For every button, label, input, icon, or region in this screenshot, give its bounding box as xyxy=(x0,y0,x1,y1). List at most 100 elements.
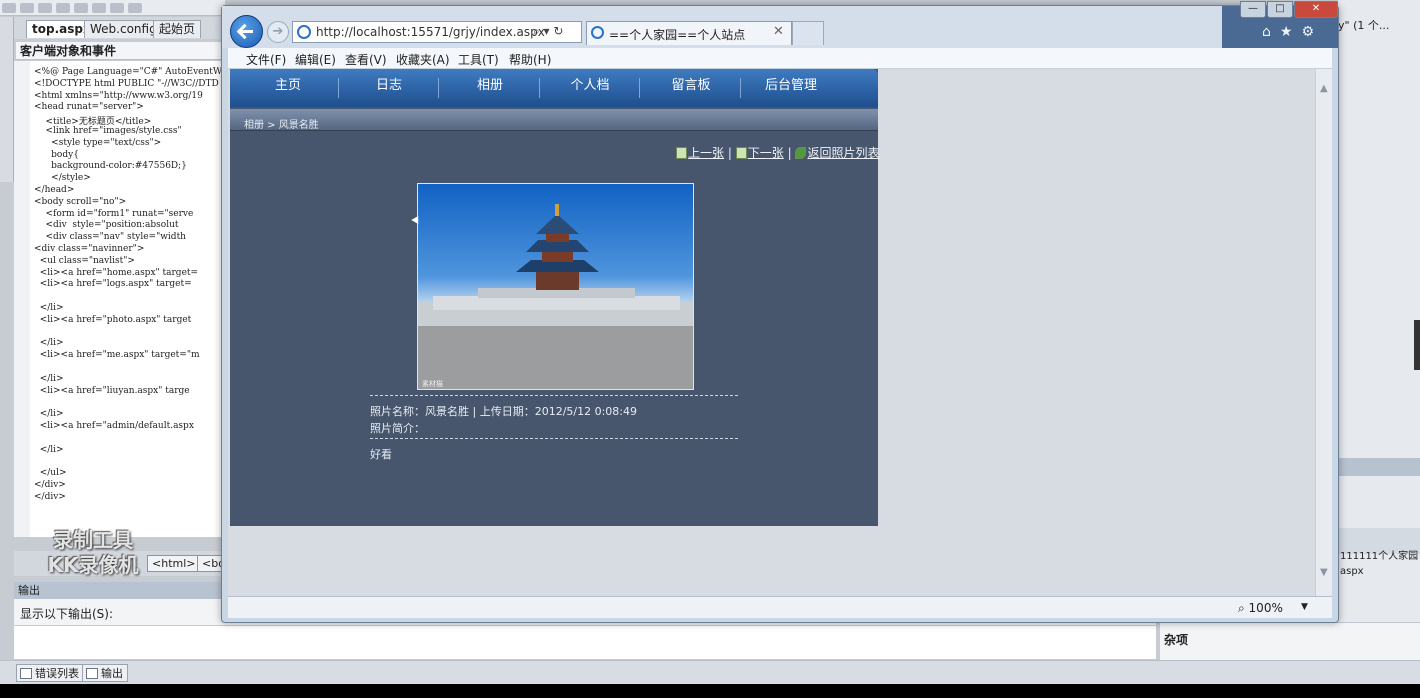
nav-admin[interactable]: 后台管理 xyxy=(741,69,841,103)
site-container: 主页 日志 相册 个人档 留言板 后台管理 相册 > 风景名胜 上一张 | 下一… xyxy=(230,69,879,526)
code-line: <div class="navinner"> xyxy=(34,244,145,254)
output-tab-label: 输出 xyxy=(101,667,123,680)
nav-logs[interactable]: 日志 xyxy=(339,69,439,103)
nav-photos[interactable]: 相册 xyxy=(440,69,540,103)
ie-page-icon xyxy=(297,25,311,39)
nav-home[interactable]: 主页 xyxy=(238,69,338,103)
next-icon xyxy=(735,147,747,159)
back-to-list-link[interactable]: 返回照片列表 xyxy=(807,146,879,160)
prev-photo-link[interactable]: 上一张 xyxy=(688,146,724,160)
output-text-area[interactable] xyxy=(14,625,1156,659)
toolbar-icon[interactable] xyxy=(74,3,88,13)
address-bar[interactable]: http://localhost:15571/grjy/index.aspx ⌕… xyxy=(292,21,582,43)
code-line: <%@ Page Language="C#" AutoEventWi xyxy=(34,67,225,77)
home-star-gear-icons[interactable]: ⌂★⚙ xyxy=(1262,24,1323,40)
scroll-down-icon[interactable]: ▼ xyxy=(1320,567,1328,578)
tab-title: ==个人家园==个人站点 xyxy=(609,28,746,42)
terrace-top xyxy=(433,296,680,310)
watermark-line-1: 录制工具 xyxy=(53,528,133,552)
menu-help[interactable]: 帮助(H) xyxy=(509,51,551,68)
code-line: <li><a href="logs.aspx" target= xyxy=(34,279,192,290)
toolbar-icon[interactable] xyxy=(20,3,34,13)
page-scrollbar[interactable]: ▲ ▼ xyxy=(1315,69,1332,596)
tab-start-page[interactable]: 起始页 xyxy=(153,20,202,38)
output-tab[interactable]: 输出 xyxy=(82,664,128,682)
close-icon[interactable]: ✕ xyxy=(773,24,784,39)
ide-bottom-tabs: 错误列表 输出 xyxy=(0,660,1420,684)
zoom-level[interactable]: ⌕ 100% xyxy=(1238,601,1283,616)
code-line: </head> xyxy=(34,185,75,195)
finial xyxy=(555,204,559,216)
temple-photo[interactable]: 素材猫 xyxy=(417,183,694,390)
toolbar-icon[interactable] xyxy=(2,3,16,13)
new-tab-button[interactable] xyxy=(792,21,824,45)
toolbar-icon[interactable] xyxy=(92,3,106,13)
site-navbar: 主页 日志 相册 个人档 留言板 后台管理 xyxy=(230,69,878,107)
code-line: </ul> xyxy=(34,468,67,479)
close-button[interactable]: ✕ xyxy=(1294,1,1338,18)
error-list-label: 错误列表 xyxy=(35,667,79,680)
code-line: <li><a href="admin/default.aspx xyxy=(34,421,194,431)
ground xyxy=(418,316,693,389)
code-line: <li><a href="home.aspx" target= xyxy=(34,267,199,278)
breadcrumb-text: 相册 > 风景名胜 xyxy=(244,120,319,131)
misc-category-label: 杂项 xyxy=(1164,633,1189,647)
separator: | xyxy=(727,146,732,160)
next-photo-link[interactable]: 下一张 xyxy=(748,146,784,160)
menu-tools[interactable]: 工具(T) xyxy=(458,51,499,68)
code-line: <form id="form1" runat="serve xyxy=(34,208,194,219)
divider-dashed xyxy=(370,438,738,439)
code-line: </style> xyxy=(34,173,91,184)
client-objects-dropdown[interactable]: 客户端对象和事件 xyxy=(16,42,225,60)
code-line: <style type="text/css"> xyxy=(34,137,162,148)
recorder-watermark: 录制工具 KK录像机 xyxy=(28,528,158,578)
menu-edit[interactable]: 编辑(E) xyxy=(295,51,336,68)
code-line: <li><a href="me.aspx" target="m xyxy=(34,350,200,361)
zoom-value: 100% xyxy=(1248,601,1283,615)
editor-tabs: top.aspx Web.config 起始页 xyxy=(0,17,225,39)
toolbar-icon[interactable] xyxy=(38,3,52,13)
menu-view[interactable]: 查看(V) xyxy=(345,51,387,68)
minimize-button[interactable]: — xyxy=(1240,1,1266,18)
toolbox-strip[interactable] xyxy=(0,17,14,182)
maximize-button[interactable]: □ xyxy=(1267,1,1293,18)
code-line: <head runat="server"> xyxy=(34,102,144,113)
code-line: <li><a href="liuyan.aspx" targe xyxy=(34,385,190,396)
output-source-label: 显示以下输出(S): xyxy=(20,607,114,621)
nav-divider xyxy=(438,78,439,98)
separator: | xyxy=(787,146,792,160)
prev-icon xyxy=(676,147,687,159)
nav-profile[interactable]: 个人档 xyxy=(540,69,640,103)
toolbar-icon[interactable] xyxy=(110,3,124,13)
scroll-up-icon[interactable]: ▲ xyxy=(1320,83,1328,94)
back-icon[interactable] xyxy=(230,15,263,48)
nav-divider xyxy=(639,78,640,98)
menu-file[interactable]: 文件(F) xyxy=(246,51,286,68)
url-text[interactable]: http://localhost:15571/grjy/index.aspx xyxy=(316,25,545,39)
tab-personal-site[interactable]: ==个人家园==个人站点 ✕ xyxy=(586,21,792,45)
temple-of-heaven-image xyxy=(418,204,693,389)
code-line: </li> xyxy=(34,373,64,384)
code-line: </li> xyxy=(34,338,64,349)
code-line: <div style="position:absolut xyxy=(34,220,179,231)
code-line: <div class="nav" style="width xyxy=(34,232,186,243)
properties-header-bar[interactable] xyxy=(1338,458,1420,476)
forward-icon[interactable]: ➔ xyxy=(267,21,289,43)
toolbar-icon[interactable] xyxy=(128,3,142,13)
divider-dashed xyxy=(370,395,738,396)
list-icon xyxy=(795,147,807,159)
nav-guestbook[interactable]: 留言板 xyxy=(641,69,741,103)
screen-bottom-border xyxy=(0,684,1420,698)
zoom-dropdown-icon[interactable]: ▼ xyxy=(1301,602,1308,612)
menu-bar: 文件(F) 编辑(E) 查看(V) 收藏夹(A) 工具(T) 帮助(H) xyxy=(228,48,1332,69)
toolbar-icon[interactable] xyxy=(56,3,70,13)
tab-web-config[interactable]: Web.config xyxy=(84,20,163,38)
code-line: <li><a href="photo.aspx" target xyxy=(34,314,192,325)
page-viewport: 主页 日志 相册 个人档 留言板 后台管理 相册 > 风景名胜 上一张 | 下一… xyxy=(228,69,1315,596)
search-refresh-icons[interactable]: ⌕ ▾ ↻ xyxy=(533,24,563,39)
code-line: <!DOCTYPE html PUBLIC "-//W3C//DTD xyxy=(34,78,219,89)
error-list-tab[interactable]: 错误列表 xyxy=(16,664,84,682)
edge-scroll-handle[interactable] xyxy=(1414,320,1420,370)
menu-favorites[interactable]: 收藏夹(A) xyxy=(396,51,450,68)
code-editor[interactable]: <%@ Page Language="C#" AutoEventWi <!DOCT… xyxy=(14,61,225,537)
